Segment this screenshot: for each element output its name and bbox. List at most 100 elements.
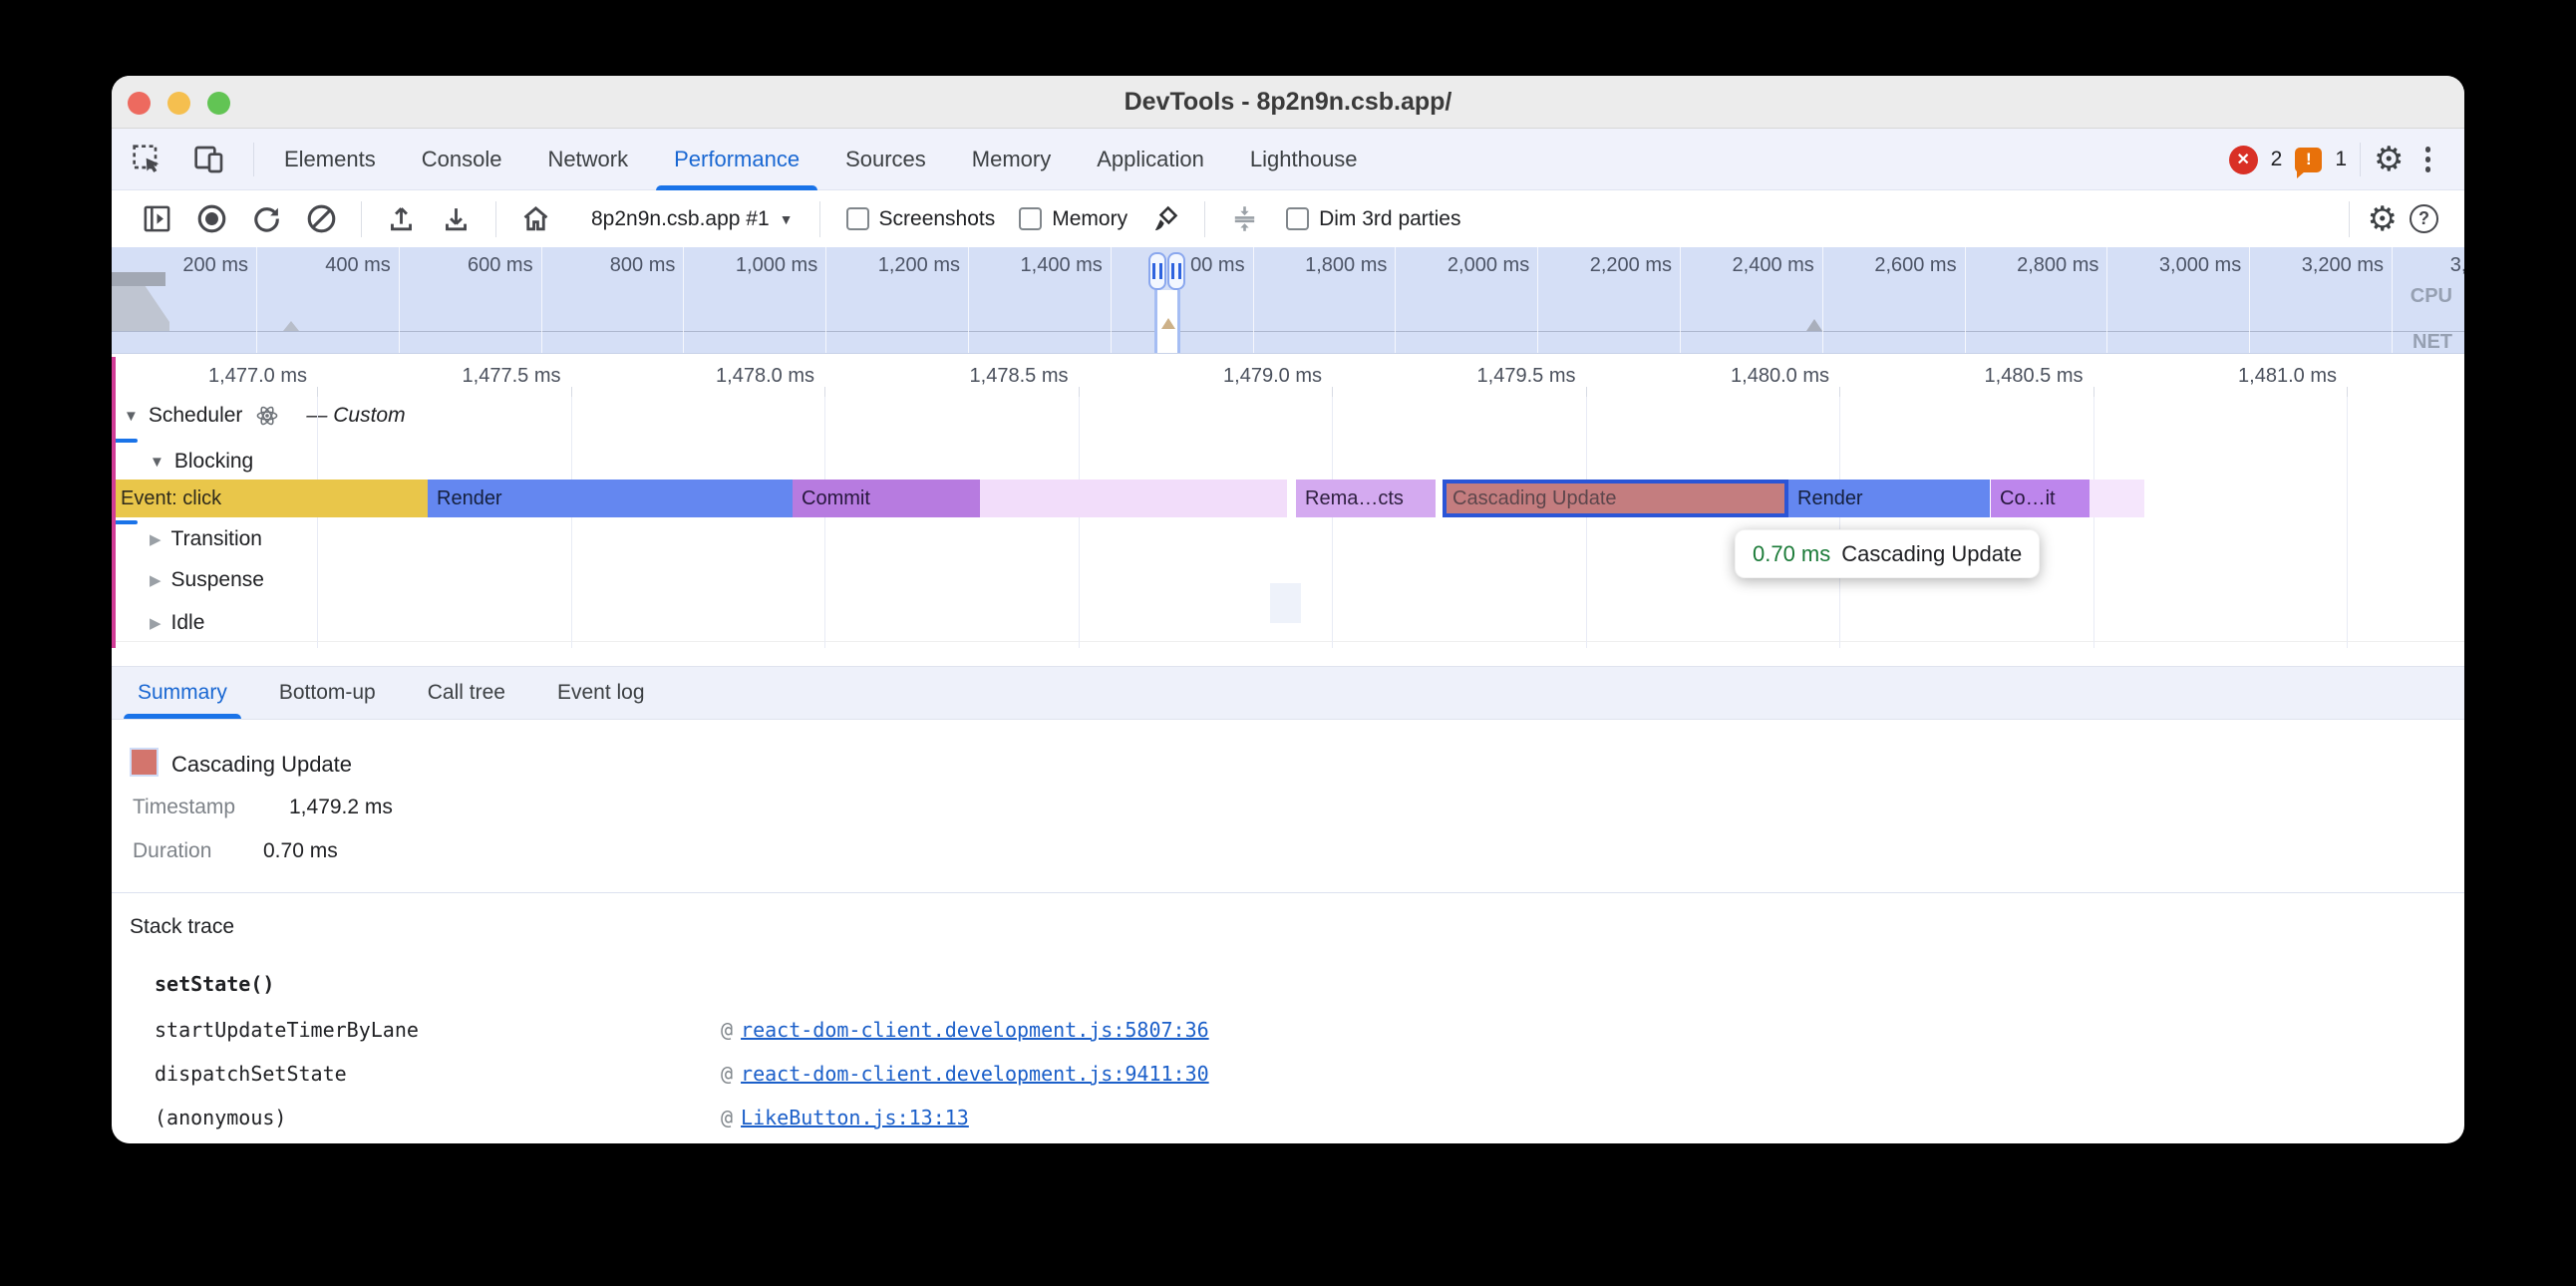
divider [2349, 201, 2350, 237]
reload-record-button[interactable] [251, 203, 282, 234]
memory-checkbox[interactable] [1019, 207, 1042, 230]
screenshots-label: Screenshots [879, 207, 996, 231]
tab-performance[interactable]: Performance [651, 129, 822, 190]
download-profile-icon[interactable] [441, 203, 472, 234]
group-label: Idle [171, 611, 205, 635]
triangle-right-icon[interactable]: ▶ [150, 571, 161, 589]
legend-color-swatch [130, 748, 159, 777]
tab-elements[interactable]: Elements [261, 129, 399, 190]
grid-line [1586, 397, 1587, 648]
triangle-right-icon[interactable]: ▶ [150, 614, 161, 632]
warning-count[interactable]: 1 [2335, 145, 2347, 174]
dim-3rd-parties-checkbox[interactable] [1286, 207, 1309, 230]
tab-sources[interactable]: Sources [822, 129, 949, 190]
ruler-tick-mark [1079, 387, 1080, 397]
timeline-overview[interactable]: CPU NET 200 ms400 ms600 ms800 ms1,000 ms… [112, 247, 2464, 354]
details-tab-event-log[interactable]: Event log [543, 667, 659, 719]
track-group-blocking[interactable]: ▼ Blocking [150, 447, 253, 477]
selection-handle-right[interactable] [1167, 252, 1185, 290]
stack-frame-row: (anonymous) @ LikeButton.js:13:13 [155, 1106, 2049, 1129]
source-link[interactable]: react-dom-client.development.js:9411:30 [741, 1062, 1209, 1086]
title-bar: DevTools - 8p2n9n.csb.app/ [112, 76, 2464, 129]
flame-event[interactable]: Event: click [112, 480, 428, 517]
window-title: DevTools - 8p2n9n.csb.app/ [112, 76, 2464, 129]
ruler-tick-label: 1,478.0 ms [611, 365, 814, 388]
home-icon[interactable] [520, 203, 551, 234]
error-badge-icon[interactable]: ✕ [2229, 146, 2258, 174]
ruler-tick-label: 1,480.0 ms [1626, 365, 1829, 388]
group-label: Transition [171, 527, 262, 551]
flame-idle-band[interactable] [2090, 480, 2144, 517]
device-toolbar-icon[interactable] [193, 144, 225, 175]
record-button[interactable] [196, 203, 227, 234]
triangle-down-icon[interactable]: ▼ [124, 408, 139, 425]
collapse-sections-icon[interactable] [1229, 203, 1260, 234]
source-link[interactable]: LikeButton.js:13:13 [741, 1106, 969, 1129]
track-group-idle[interactable]: ▶ Idle [150, 608, 204, 638]
details-tab-bottom-up[interactable]: Bottom-up [265, 667, 390, 719]
history-dropdown[interactable]: 8p2n9n.csb.app #1 [591, 207, 770, 231]
garbage-collect-icon[interactable] [1149, 203, 1180, 234]
track-header-scheduler[interactable]: ▼ Scheduler — Custom [124, 401, 406, 431]
ruler-tick-mark [2093, 387, 2094, 397]
flame-event[interactable]: Cascading Update [1443, 480, 1788, 517]
track-accent-line [112, 357, 116, 648]
flame-event[interactable]: Render [1788, 480, 1990, 517]
tab-application[interactable]: Application [1074, 129, 1227, 190]
devtools-window: DevTools - 8p2n9n.csb.app/ ElementsConso… [112, 76, 2464, 1143]
flame-idle-band[interactable] [980, 480, 1287, 517]
kebab-menu-icon[interactable] [2417, 143, 2439, 176]
group-label: Suspense [171, 568, 264, 592]
ruler-tick-mark [1839, 387, 1840, 397]
track-indicator-dash [114, 439, 138, 443]
stack-frame-location: @react-dom-client.development.js:9411:30 [721, 1062, 1209, 1086]
timestamp-label: Timestamp [133, 796, 235, 819]
timestamp-value: 1,479.2 ms [289, 796, 393, 819]
flame-chart-area[interactable]: ▼ Scheduler — Custom ▼ Blocking ▶ Transi… [112, 397, 2464, 648]
tab-network[interactable]: Network [524, 129, 651, 190]
screenshots-checkbox[interactable] [846, 207, 869, 230]
track-group-suspense[interactable]: ▶ Suspense [150, 565, 264, 595]
grid-line [824, 397, 825, 648]
clear-button[interactable] [306, 203, 337, 234]
marker-triangle-icon [1161, 318, 1175, 329]
cpu-bump [283, 321, 299, 331]
flame-event[interactable]: Rema…cts [1296, 480, 1436, 517]
source-link[interactable]: react-dom-client.development.js:5807:36 [741, 1018, 1209, 1042]
help-icon[interactable]: ? [2410, 204, 2438, 233]
tab-lighthouse[interactable]: Lighthouse [1227, 129, 1381, 190]
stack-frame-function: (anonymous) [155, 1106, 286, 1129]
chevron-down-icon[interactable]: ▼ [780, 211, 794, 227]
tabbar-right-cluster: ✕ 2 ! 1 ⚙ [2229, 129, 2438, 190]
details-tab-bar: Summary Bottom-up Call tree Event log [112, 666, 2464, 720]
tab-console[interactable]: Console [399, 129, 525, 190]
details-tab-summary[interactable]: Summary [124, 667, 241, 719]
selection-range[interactable] [1154, 290, 1180, 354]
error-count[interactable]: 2 [2271, 145, 2283, 174]
summary-event-name: Cascading Update [171, 752, 352, 778]
settings-gear-icon[interactable]: ⚙ [2374, 143, 2404, 176]
stack-frame-row: startUpdateTimerByLane@react-dom-client.… [155, 1018, 2049, 1042]
divider [819, 201, 820, 237]
ruler-tick-mark [571, 387, 572, 397]
flame-event[interactable]: Render [428, 480, 793, 517]
track-group-transition[interactable]: ▶ Transition [150, 524, 262, 554]
timeline-ruler[interactable]: 1,477.0 ms1,477.5 ms1,478.0 ms1,478.5 ms… [112, 354, 2464, 397]
upload-profile-icon[interactable] [386, 203, 417, 234]
flame-event[interactable]: Co…it [1991, 480, 2090, 517]
at-symbol: @ [721, 1106, 733, 1129]
toggle-sidebar-icon[interactable] [142, 203, 172, 234]
net-lane-label: NET [2413, 331, 2452, 354]
flame-event[interactable]: Commit [793, 480, 980, 517]
capture-settings-gear-icon[interactable]: ⚙ [2368, 202, 2398, 236]
memory-label: Memory [1052, 207, 1127, 231]
tab-memory[interactable]: Memory [949, 129, 1074, 190]
selection-handle-left[interactable] [1148, 252, 1166, 290]
details-tab-call-tree[interactable]: Call tree [414, 667, 519, 719]
ruler-tick-mark [1586, 387, 1587, 397]
inspect-element-icon[interactable] [132, 144, 163, 175]
triangle-right-icon[interactable]: ▶ [150, 530, 161, 548]
warning-badge-icon[interactable]: ! [2295, 148, 2322, 172]
grid-line [317, 397, 318, 648]
triangle-down-icon[interactable]: ▼ [150, 454, 164, 471]
